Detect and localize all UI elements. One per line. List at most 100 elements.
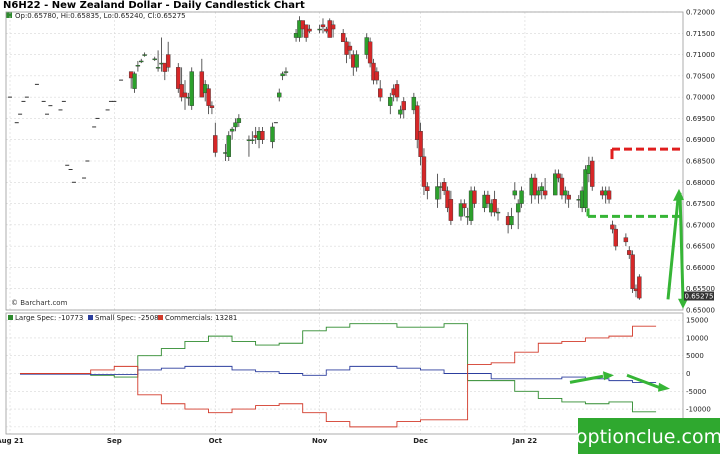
cot-y-axis: 150001000050000-5000-10000-15000	[686, 317, 711, 432]
candle-body	[330, 24, 336, 30]
price-tick-label: 0.68000	[686, 179, 715, 187]
price-tick-label: 0.69500	[686, 115, 715, 123]
price-tick-label: 0.67500	[686, 200, 715, 208]
candle-body	[347, 45, 353, 51]
candle-body	[401, 101, 406, 111]
candle-body	[236, 118, 242, 123]
candle-body	[441, 182, 447, 192]
candle-body	[374, 71, 380, 81]
candle-body	[630, 254, 635, 289]
last-price-tag: 0.65275	[684, 291, 714, 301]
candle-body	[142, 54, 147, 56]
candle-body	[610, 224, 615, 230]
price-y-axis: 0.72000 0.71500 0.71000 0.70500 0.70000 0.695…	[686, 9, 715, 315]
candle-body	[209, 105, 215, 108]
candle-body	[492, 199, 497, 213]
candle-body	[462, 203, 467, 209]
x-tick-label: Nov	[312, 437, 328, 445]
candlestick-chart: N6H22 - New Zealand Dollar - Daily Candl…	[0, 0, 720, 454]
candle-body	[627, 250, 632, 255]
candle-body	[378, 88, 383, 98]
cot-tick-label: 5000	[686, 352, 704, 360]
cot-tick-label: -10000	[686, 406, 711, 414]
watermark-text: optionclue.com	[576, 426, 720, 448]
candle-body	[519, 190, 524, 204]
candle-body	[320, 24, 326, 28]
green-arrow-down-shaft	[678, 192, 685, 300]
price-tick-label: 0.70000	[686, 94, 715, 102]
candle-body	[206, 88, 211, 106]
candle-body	[495, 211, 501, 214]
price-tick-label: 0.67000	[686, 221, 715, 229]
x-tick-label: Oct	[209, 437, 223, 445]
price-tick-label: 0.68500	[686, 158, 715, 166]
x-axis: Aug 21 Sep Oct Nov Dec Jan 22	[0, 437, 537, 445]
cot-line-small-spec	[20, 365, 657, 383]
legend-swatch-small-spec	[88, 315, 93, 320]
candle-body	[536, 190, 541, 196]
candle-body	[563, 190, 568, 196]
cot-line-commercials	[20, 325, 657, 428]
price-tick-label: 0.69000	[686, 136, 715, 144]
candle-body	[539, 186, 544, 192]
candle-body	[229, 128, 235, 132]
cot-tick-label: 10000	[686, 334, 708, 342]
price-tick-label: 0.66000	[686, 264, 715, 272]
x-tick-label: Dec	[413, 437, 428, 445]
price-grid	[6, 11, 683, 311]
price-tick-label: 0.65000	[686, 307, 715, 315]
candle-body	[472, 190, 477, 204]
price-tick-label: 0.72000	[686, 9, 715, 17]
candle-body	[354, 54, 359, 68]
ohlc-legend-swatch	[6, 12, 12, 18]
candle-body	[398, 109, 403, 115]
candle-body	[155, 67, 161, 69]
candle-body	[280, 73, 285, 77]
candle-body	[583, 169, 588, 209]
candle-body	[590, 160, 595, 187]
candle-body	[283, 71, 289, 73]
candle-body	[637, 276, 642, 299]
watermark: optionclue.com	[576, 418, 720, 454]
candle-body	[418, 130, 423, 157]
candle-body	[139, 60, 144, 63]
candle-body	[270, 126, 275, 143]
candle-body	[317, 28, 322, 31]
candle-body	[250, 139, 255, 141]
candle-body	[394, 84, 400, 98]
chart-stage: N6H22 - New Zealand Dollar - Daily Candl…	[0, 0, 720, 454]
price-tick-label: 0.66500	[686, 243, 715, 251]
cot-arrow-down-head	[658, 382, 670, 392]
candle-body	[182, 92, 188, 98]
candle-body	[135, 65, 141, 67]
cot-arrow-down-shaft	[626, 373, 661, 390]
price-tick-label: 0.70500	[686, 72, 715, 80]
candle-body	[132, 73, 137, 89]
candle-body	[425, 186, 430, 192]
candle-body	[509, 216, 514, 226]
price-tick-label: 0.71500	[686, 30, 715, 38]
candle-body	[277, 92, 282, 98]
candle-body	[388, 96, 393, 106]
cot-line-large-spec	[20, 323, 657, 413]
candle-body	[260, 130, 265, 140]
candle-body	[152, 58, 157, 61]
chart-credit: © Barchart.com	[11, 299, 68, 307]
cot-tick-label: 15000	[686, 317, 708, 325]
cot-tick-label: -5000	[686, 388, 706, 396]
legend-label-large-spec: Large Spec: -10773	[15, 314, 83, 322]
candle-body	[566, 194, 571, 200]
candle-body	[165, 54, 171, 68]
candle-body	[448, 199, 454, 221]
candle-body	[226, 135, 231, 157]
x-tick-label: Aug 21	[0, 437, 24, 445]
green-arrow-up-head	[673, 188, 684, 201]
candle-body	[421, 156, 427, 187]
legend-label-commercials: Commercials: 13281	[165, 314, 237, 322]
candle-body	[556, 173, 561, 179]
cot-tick-label: 0	[686, 370, 690, 378]
green-arrow-up-shaft	[666, 198, 680, 300]
cot-grid	[6, 313, 683, 434]
ohlc-readout: Op:0.65780, Hi:0.65835, Lo:0.65240, Cl:0…	[15, 12, 186, 20]
candle-body	[613, 228, 618, 247]
